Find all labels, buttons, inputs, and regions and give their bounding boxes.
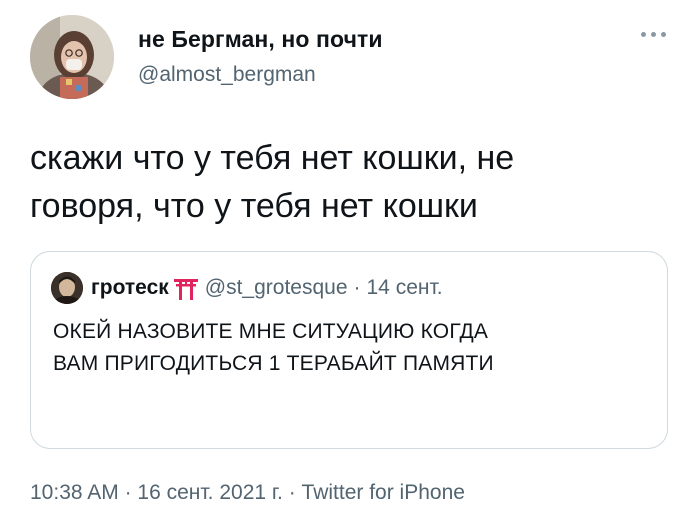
tweet-source[interactable]: Twitter for iPhone	[302, 481, 465, 504]
more-options-icon[interactable]	[636, 28, 670, 40]
meta-separator: ·	[288, 481, 296, 504]
avatar-image	[30, 15, 114, 99]
quoted-author-handle: @st_grotesque	[204, 276, 348, 299]
quoted-separator: ·	[353, 276, 361, 299]
torii-gate-icon	[173, 279, 198, 300]
tweet-metadata: 10:38 AM · 16 сент. 2021 г. · Twitter fo…	[30, 481, 465, 505]
tweet-text-line: говоря, что у тебя нет кошки	[30, 187, 478, 225]
quoted-tweet-card[interactable]: гротеск @st_grotesque · 14 сент. ОКЕЙ НА…	[30, 251, 668, 449]
tweet-date[interactable]: 16 сент. 2021 г.	[137, 481, 282, 504]
quoted-author-avatar	[51, 272, 83, 304]
quoted-tweet-date: 14 сент.	[366, 276, 443, 299]
author-avatar[interactable]	[30, 15, 114, 99]
quoted-tweet-header: гротеск @st_grotesque · 14 сент.	[91, 274, 443, 302]
quoted-tweet-text-line: ВАМ ПРИГОДИТЬСЯ 1 ТЕРАБАЙТ ПАМЯТИ	[53, 352, 494, 375]
quoted-author-name: гротеск	[91, 276, 169, 299]
quoted-tweet-text-line: ОКЕЙ НАЗОВИТЕ МНЕ СИТУАЦИЮ КОГДА	[53, 320, 489, 343]
tweet-text-line: скажи что у тебя нет кошки, не	[30, 139, 515, 177]
tweet-time[interactable]: 10:38 AM	[30, 481, 119, 504]
quoted-tweet-text: ОКЕЙ НАЗОВИТЕ МНЕ СИТУАЦИЮ КОГДА ВАМ ПРИ…	[53, 316, 653, 380]
tweet: не Бергман, но почти @almost_bergman ска…	[0, 0, 700, 526]
author-display-name[interactable]: не Бергман, но почти	[138, 26, 383, 53]
meta-separator: ·	[124, 481, 132, 504]
tweet-text: скажи что у тебя нет кошки, не говоря, ч…	[30, 134, 670, 230]
author-handle[interactable]: @almost_bergman	[138, 63, 316, 87]
